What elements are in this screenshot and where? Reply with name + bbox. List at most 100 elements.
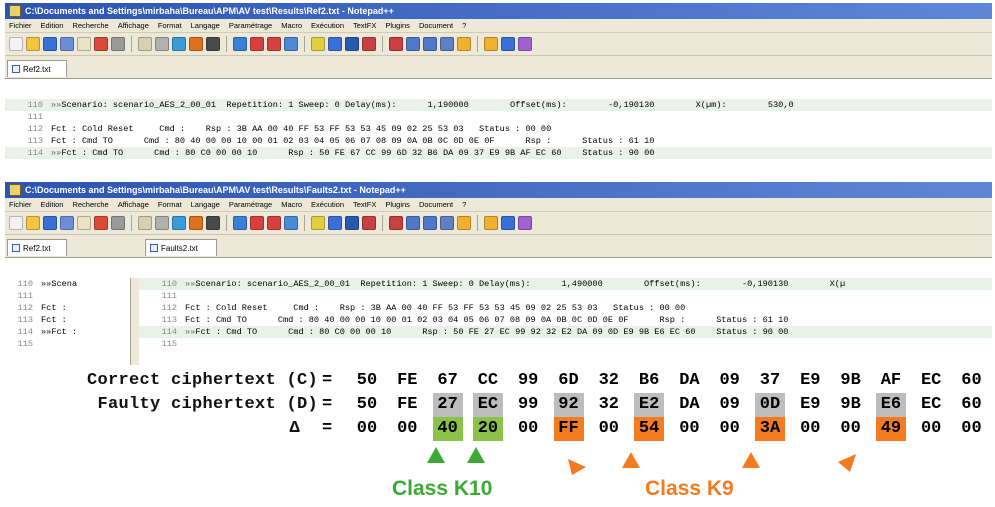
tab-faults2[interactable]: Faults2.txt — [145, 239, 217, 256]
undo-icon[interactable] — [189, 216, 203, 230]
zoom-in-icon[interactable] — [267, 37, 281, 51]
menu-item[interactable]: TextFX — [353, 200, 376, 209]
menu-item[interactable]: Affichage — [118, 200, 149, 209]
copy-icon[interactable] — [155, 37, 169, 51]
record-icon[interactable] — [389, 216, 403, 230]
save-icon[interactable] — [43, 216, 57, 230]
menu-item[interactable]: Edition — [41, 200, 64, 209]
close-all-icon[interactable] — [94, 37, 108, 51]
menu-item[interactable]: Plugins — [385, 200, 410, 209]
wrap-icon[interactable] — [345, 37, 359, 51]
play-icon[interactable] — [423, 37, 437, 51]
sync-v-icon[interactable] — [311, 216, 325, 230]
new-file-icon[interactable] — [9, 216, 23, 230]
spell-check-icon[interactable] — [518, 216, 532, 230]
spell-check-icon[interactable] — [518, 37, 532, 51]
menu-item[interactable]: Fichier — [9, 200, 32, 209]
trim-icon[interactable] — [501, 216, 515, 230]
editor-line[interactable]: 113 Fct : Cmd TO Cmd : 80 40 00 00 10 00 … — [139, 314, 992, 326]
editor-line[interactable]: 110 »»Scenario: scenario_AES_2_00_01 Repe… — [5, 99, 992, 111]
run-macro-icon[interactable] — [440, 37, 454, 51]
zoom-in-icon[interactable] — [267, 216, 281, 230]
editor-line[interactable]: 112 Fct : Cold Reset Cmd : Rsp : 3B AA 00… — [139, 302, 992, 314]
menu-item[interactable]: ? — [462, 200, 466, 209]
text-editor[interactable]: 110 »»Scenario: scenario_AES_2_00_01 Repe… — [5, 99, 992, 181]
stop-icon[interactable] — [406, 37, 420, 51]
menu-item[interactable]: Recherche — [72, 200, 108, 209]
sync-h-icon[interactable] — [328, 216, 342, 230]
print-icon[interactable] — [111, 37, 125, 51]
tab-ref2[interactable]: Ref2.txt — [7, 239, 67, 256]
cut-icon[interactable] — [138, 37, 152, 51]
menu-item[interactable]: Macro — [281, 21, 302, 30]
stop-icon[interactable] — [406, 216, 420, 230]
wrap-icon[interactable] — [345, 216, 359, 230]
save-all-icon[interactable] — [60, 216, 74, 230]
menu-item[interactable]: Edition — [41, 21, 64, 30]
paste-icon[interactable] — [172, 216, 186, 230]
undo-icon[interactable] — [189, 37, 203, 51]
menu-item[interactable]: Exécution — [311, 21, 344, 30]
folder-icon[interactable] — [484, 37, 498, 51]
run-macro-icon[interactable] — [440, 216, 454, 230]
editor-line[interactable]: 115 — [5, 338, 130, 350]
new-file-icon[interactable] — [9, 37, 23, 51]
editor-line[interactable]: 115 — [139, 338, 992, 350]
open-folder-icon[interactable] — [26, 216, 40, 230]
find-icon[interactable] — [233, 216, 247, 230]
right-pane-editor[interactable]: 110 »»Scenario: scenario_AES_2_00_01 Repe… — [139, 278, 992, 365]
menu-item[interactable]: Plugins — [385, 21, 410, 30]
replace-icon[interactable] — [250, 37, 264, 51]
close-icon[interactable] — [77, 216, 91, 230]
find-icon[interactable] — [233, 37, 247, 51]
paste-icon[interactable] — [172, 37, 186, 51]
open-folder-icon[interactable] — [26, 37, 40, 51]
folder-icon[interactable] — [484, 216, 498, 230]
sync-h-icon[interactable] — [328, 37, 342, 51]
record-icon[interactable] — [389, 37, 403, 51]
menu-item[interactable]: Format — [158, 200, 182, 209]
editor-line[interactable]: 110 »»Scenario: scenario_AES_2_00_01 Repe… — [139, 278, 992, 290]
menu-item[interactable]: Fichier — [9, 21, 32, 30]
play-icon[interactable] — [423, 216, 437, 230]
replace-icon[interactable] — [250, 216, 264, 230]
redo-icon[interactable] — [206, 216, 220, 230]
cut-icon[interactable] — [138, 216, 152, 230]
menu-item[interactable]: Exécution — [311, 200, 344, 209]
menu-item[interactable]: Macro — [281, 200, 302, 209]
menu-item[interactable]: TextFX — [353, 21, 376, 30]
menu-item[interactable]: Recherche — [72, 21, 108, 30]
menu-item[interactable]: Affichage — [118, 21, 149, 30]
tab-ref2[interactable]: Ref2.txt — [7, 60, 67, 77]
editor-line[interactable]: 111 — [139, 290, 992, 302]
editor-line[interactable]: 113 Fct : Cmd TO Cmd : 80 40 00 00 10 00 … — [5, 135, 992, 147]
trim-icon[interactable] — [501, 37, 515, 51]
close-icon[interactable] — [77, 37, 91, 51]
save-all-icon[interactable] — [60, 37, 74, 51]
editor-line[interactable]: 114 »»Fct : — [5, 326, 130, 338]
editor-line[interactable]: 112 Fct : — [5, 302, 130, 314]
indent-guide-icon[interactable] — [362, 37, 376, 51]
editor-line[interactable]: 112 Fct : Cold Reset Cmd : Rsp : 3B AA 00… — [5, 123, 992, 135]
indent-guide-icon[interactable] — [362, 216, 376, 230]
editor-line[interactable]: 111 — [5, 111, 992, 123]
editor-line[interactable]: 111 — [5, 290, 130, 302]
editor-line[interactable]: 110 »»Scena — [5, 278, 130, 290]
editor-line[interactable]: 114 »»Fct : Cmd TO Cmd : 80 C0 00 00 10 R… — [139, 326, 992, 338]
left-pane-editor[interactable]: 110 »»Scena 111 112 Fct :113 Fct :114 »»Fct :1… — [5, 278, 130, 365]
save-macro-icon[interactable] — [457, 37, 471, 51]
editor-line[interactable]: 113 Fct : — [5, 314, 130, 326]
menu-item[interactable]: Document — [419, 21, 453, 30]
close-all-icon[interactable] — [94, 216, 108, 230]
editor-line[interactable]: 114 »»Fct : Cmd TO Cmd : 80 C0 00 00 10 R… — [5, 147, 992, 159]
print-icon[interactable] — [111, 216, 125, 230]
menu-item[interactable]: Langage — [191, 21, 220, 30]
save-icon[interactable] — [43, 37, 57, 51]
sync-v-icon[interactable] — [311, 37, 325, 51]
menu-item[interactable]: ? — [462, 21, 466, 30]
menu-item[interactable]: Langage — [191, 200, 220, 209]
menu-item[interactable]: Format — [158, 21, 182, 30]
zoom-out-icon[interactable] — [284, 216, 298, 230]
menu-item[interactable]: Paramétrage — [229, 21, 272, 30]
zoom-out-icon[interactable] — [284, 37, 298, 51]
